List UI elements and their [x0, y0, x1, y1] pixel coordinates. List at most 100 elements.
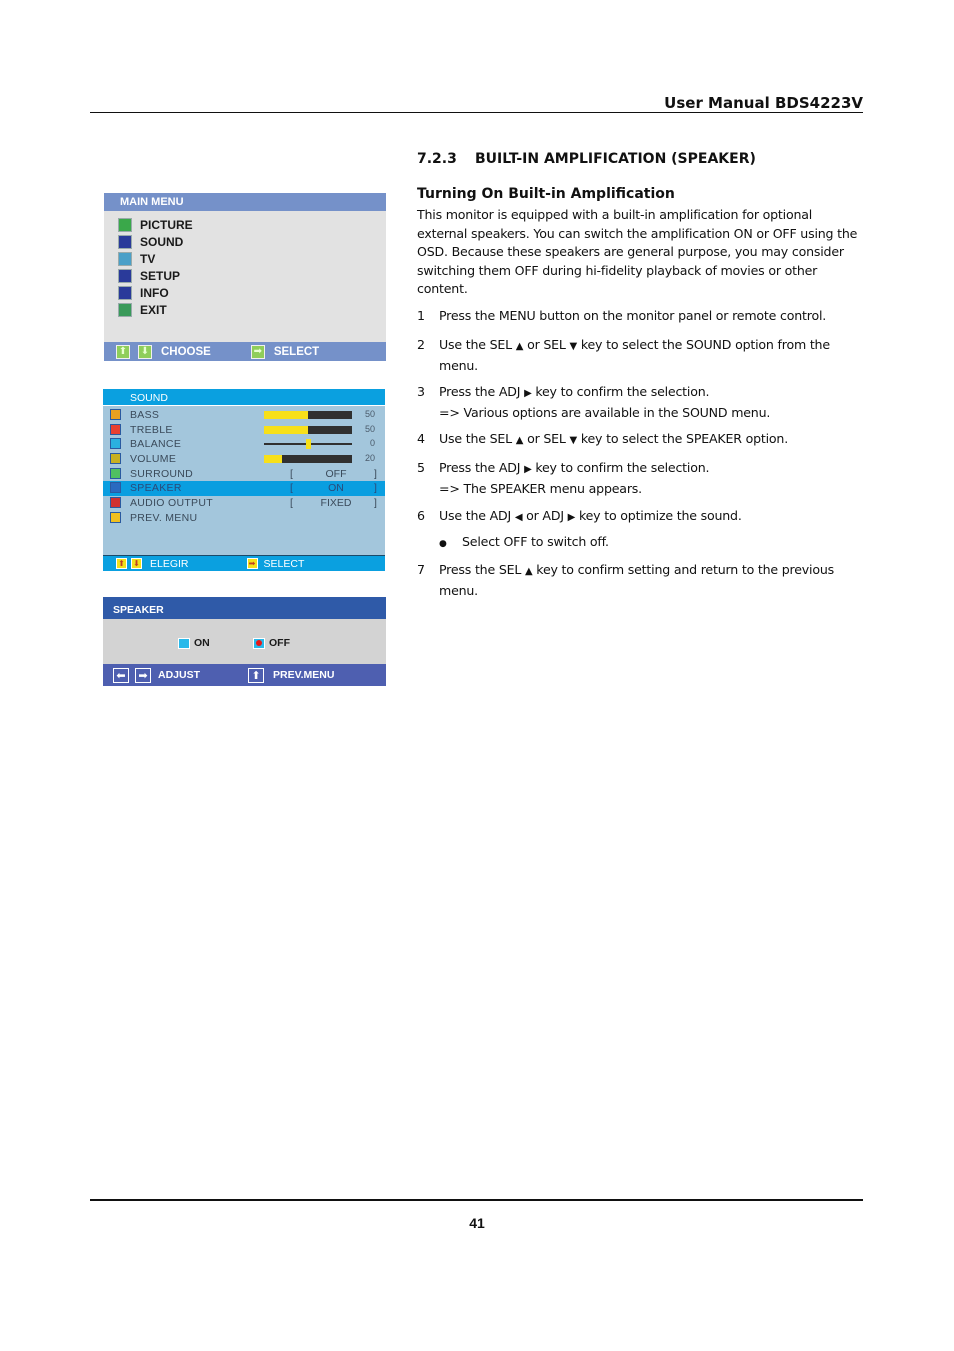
bass-icon [110, 409, 121, 420]
step-text-part: or SEL [523, 431, 570, 446]
speaker-icon [110, 482, 121, 494]
sound-row-label: BALANCE [130, 438, 182, 451]
step-text-part: or SEL [523, 337, 570, 352]
sound-row-balance[interactable]: BALANCE 0 [103, 437, 385, 452]
section-heading: 7.2.3 BUILT-IN AMPLIFICATION (SPEAKER) [417, 151, 756, 167]
sound-row-treble[interactable]: TREBLE 50 [103, 423, 385, 438]
option-label: OFF [269, 637, 290, 649]
osd-sound-menu: SOUND BASS 50 TREBLE 50 BALANCE 0 VOLUME 20 SURR… [103, 389, 385, 571]
level-bar[interactable] [264, 425, 352, 434]
bullet-icon: ● [439, 539, 447, 549]
step-text-part: Use the SEL [439, 431, 516, 446]
step-text: Use the SEL ▲ or SEL ▼ key to select the… [439, 336, 863, 375]
bracket-left: [ [290, 467, 293, 480]
step-text-part: or ADJ [522, 508, 568, 523]
picture-icon [118, 217, 132, 232]
balance-slider-knob[interactable] [305, 439, 311, 450]
osd-main-menu: MAIN MENU PICTURE SOUND TV SETUP INFO EXIT ⬆ … [104, 193, 386, 361]
tv-icon [118, 251, 132, 266]
sound-row-surround[interactable]: SURROUND [OFF] [103, 467, 385, 482]
step-text: Press the ADJ ▶ key to confirm the selec… [439, 383, 863, 422]
main-menu-item-setup[interactable]: SETUP [104, 267, 386, 284]
main-menu-item-tv[interactable]: TV [104, 250, 386, 267]
balance-slider[interactable] [264, 439, 352, 450]
level-value: 0 [369, 438, 375, 449]
sound-row-label: TREBLE [130, 423, 173, 436]
level-bar[interactable] [264, 455, 352, 464]
up-triangle-icon: ▲ [525, 566, 533, 577]
level-value: 50 [364, 409, 375, 419]
speaker-option-on: ON [178, 637, 210, 649]
speaker-options: ON OFF [103, 637, 386, 653]
up-arrow-icon: ⬆ [116, 558, 127, 569]
menu-item-label: SOUND [140, 234, 184, 249]
main-menu-item-info[interactable]: INFO [104, 284, 386, 301]
step-number: 5 [417, 460, 425, 475]
up-arrow-icon: ⬆ [116, 344, 130, 359]
step-5: 5 Press the ADJ ▶ key to confirm the sele… [417, 459, 863, 498]
step-text-part: key to confirm the selection. [531, 384, 710, 399]
music-note-icon [118, 234, 132, 249]
bracket-right: ] [374, 482, 377, 495]
select-label: SELECT [273, 345, 320, 358]
option-value: OFF [325, 467, 347, 480]
step-text-part: key to optimize the sound. [575, 508, 742, 523]
bullet-text: Select OFF to switch off. [462, 534, 609, 549]
bullet-item: ● Select OFF to switch off. [439, 533, 609, 554]
step-2: 2 Use the SEL ▲ or SEL ▼ key to select th… [417, 336, 863, 375]
step-text-part: Press the MENU button on the monitor pan… [439, 308, 827, 323]
main-menu-footer: ⬆ ⬇ CHOOSE ➡ SELECT [104, 342, 386, 361]
step-4: 4 Use the SEL ▲ or SEL ▼ key to select th… [417, 430, 863, 451]
sound-row-bass[interactable]: BASS 50 [103, 408, 385, 423]
sound-menu-footer: ⬆ ⬇ ELEGIR ➡ SELECT [103, 555, 385, 571]
step-text: Use the SEL ▲ or SEL ▼ key to select the… [439, 430, 863, 451]
speaker-menu-title: SPEAKER [103, 597, 386, 619]
option-value: FIXED [320, 497, 352, 510]
speaker-option-off: OFF [253, 637, 290, 649]
step-number: 4 [417, 431, 425, 446]
wrench-icon [118, 268, 132, 283]
step-text: Press the SEL ▲ key to confirm setting a… [439, 561, 863, 600]
sound-row-label: AUDIO OUTPUT [130, 497, 213, 510]
sound-row-speaker[interactable]: SPEAKER [ON] [103, 481, 385, 497]
sound-row-audio-output[interactable]: AUDIO OUTPUT [FIXED] [103, 496, 385, 511]
menu-item-label: TV [140, 251, 156, 266]
menu-item-label: EXIT [140, 302, 167, 317]
bracket-left: [ [290, 497, 293, 510]
sound-row-prev-menu[interactable]: PREV. MENU [103, 511, 385, 526]
footer-divider [90, 1199, 863, 1201]
document-header-title: User Manual BDS4223V [664, 94, 863, 112]
main-menu-item-picture[interactable]: PICTURE [104, 216, 386, 233]
step-text-part: Press the SEL [439, 562, 525, 577]
step-result: => The SPEAKER menu appears. [439, 480, 642, 496]
step-number: 6 [417, 508, 425, 523]
step-text-part: Press the ADJ [439, 460, 525, 475]
section-title: BUILT-IN AMPLIFICATION (SPEAKER) [475, 151, 756, 167]
level-bar[interactable] [264, 411, 352, 419]
main-menu-item-sound[interactable]: SOUND [104, 233, 386, 250]
sound-row-volume[interactable]: VOLUME 20 [103, 452, 385, 467]
volume-icon [110, 453, 121, 465]
down-arrow-icon: ⬇ [131, 558, 142, 569]
surround-icon [110, 467, 121, 479]
return-icon [110, 511, 121, 523]
menu-item-label: PICTURE [140, 217, 193, 232]
level-value: 50 [364, 423, 375, 434]
adjust-label: ADJUST [158, 669, 201, 681]
osd-speaker-menu: SPEAKER ON OFF ⬅ ➡ ADJUST ⬆ PREV.MENU [103, 597, 386, 686]
right-arrow-icon: ➡ [250, 344, 265, 359]
step-result: => Various options are available in the … [439, 404, 771, 420]
option-value: ON [328, 482, 344, 495]
level-bar-fill [264, 411, 308, 419]
treble-icon [110, 423, 121, 435]
select-label: SELECT [263, 557, 305, 570]
down-arrow-icon: ⬇ [138, 344, 152, 359]
down-triangle-icon: ▼ [569, 435, 578, 446]
step-7: 7 Press the SEL ▲ key to confirm setting … [417, 561, 863, 600]
step-number: 3 [417, 384, 425, 399]
bracket-left: [ [290, 482, 293, 495]
main-menu-item-exit[interactable]: EXIT [104, 301, 386, 318]
level-bar-fill [264, 425, 308, 434]
step-text-part: key to select the SPEAKER option. [577, 431, 788, 446]
step-text: Press the MENU button on the monitor pan… [439, 307, 863, 326]
